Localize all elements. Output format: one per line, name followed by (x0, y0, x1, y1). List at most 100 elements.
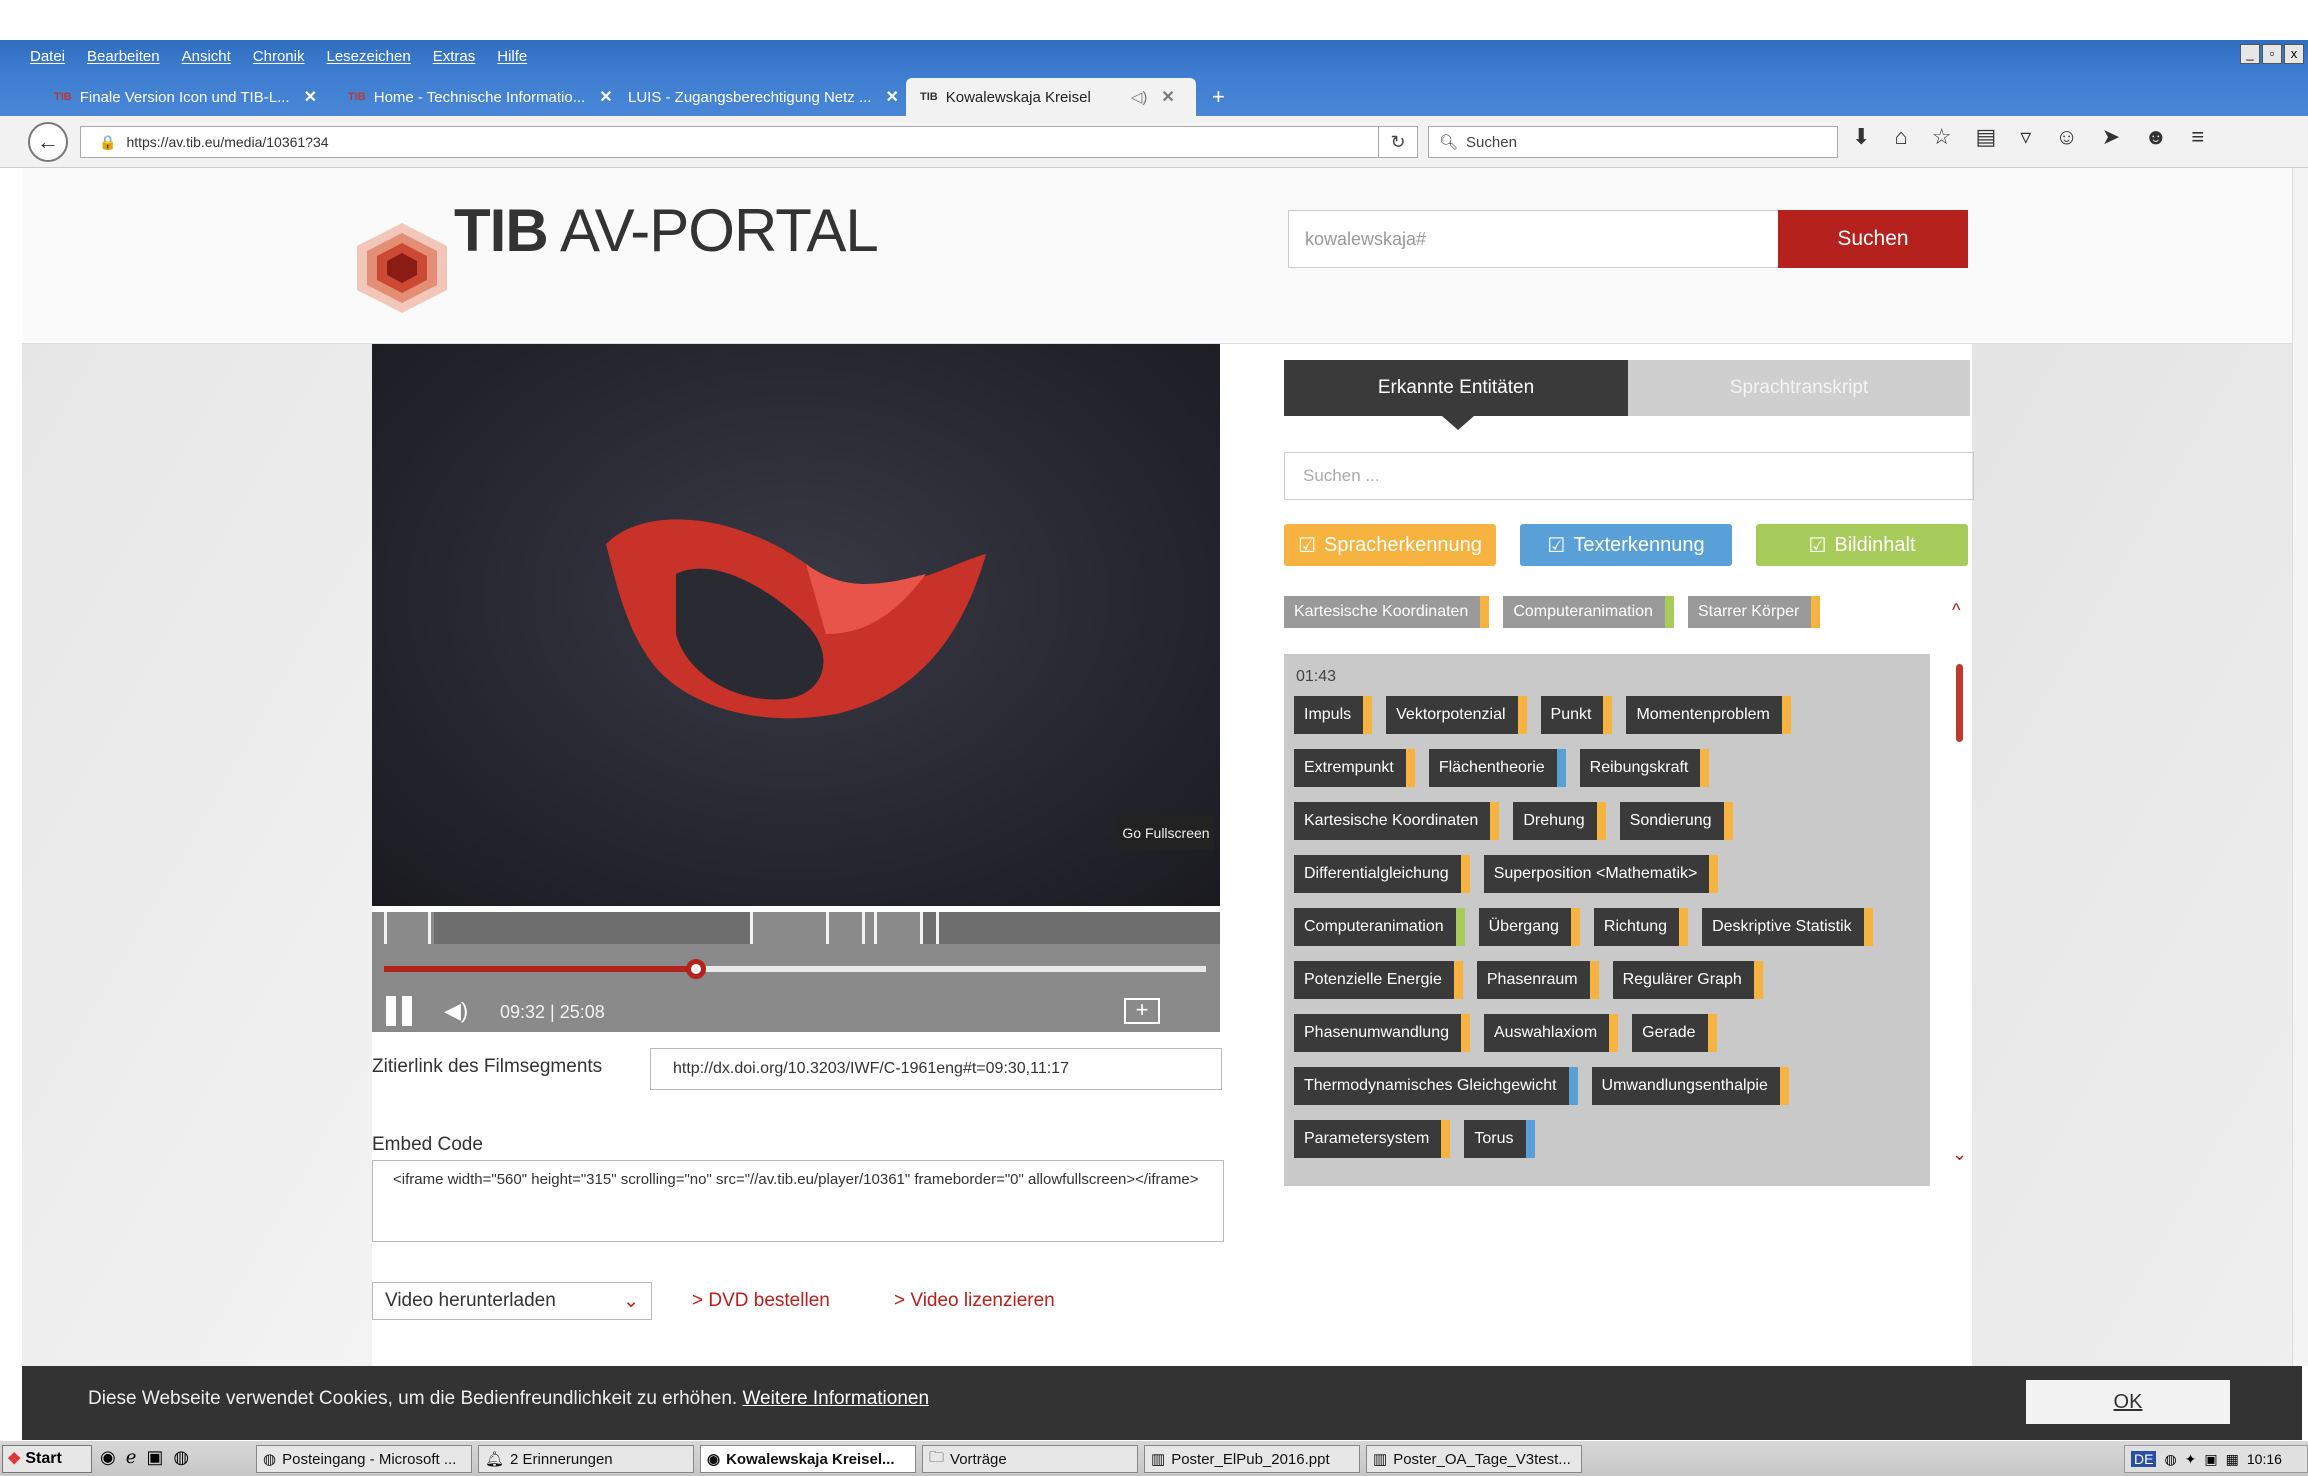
ie-icon[interactable]: ℯ (126, 1447, 137, 1468)
url-field[interactable]: 🔒 https://av.tib.eu/media/10361?34 (80, 126, 1390, 158)
embed-code-field[interactable]: <iframe width="560" height="315" scrolli… (372, 1160, 1224, 1242)
entity-tag[interactable]: Richtung (1593, 908, 1689, 946)
close-tab-icon[interactable]: ✕ (885, 87, 898, 107)
video-player[interactable]: Go Fullscreen (372, 344, 1220, 906)
tab-kowalewskaja[interactable]: TIB Kowalewskaja Kreisel ◁) ✕ (906, 78, 1196, 116)
segment-marker[interactable] (826, 912, 829, 944)
tray-outlook-icon[interactable]: ◍ (2164, 1451, 2176, 1468)
close-tab-icon[interactable]: ✕ (1161, 87, 1174, 107)
menu-hilfe[interactable]: Hilfe (497, 48, 527, 65)
entity-tag[interactable]: Phasenumwandlung (1294, 1014, 1470, 1052)
site-search-input[interactable]: kowalewskaja# (1288, 210, 1800, 268)
entity-tag[interactable]: Potenzielle Energie (1294, 961, 1463, 999)
entity-tag[interactable]: Torus (1464, 1120, 1535, 1158)
entity-tag[interactable]: Impuls (1294, 696, 1373, 734)
tray-network-icon[interactable]: ▦ (2226, 1451, 2239, 1468)
pause-icon[interactable] (386, 996, 416, 1026)
outlook-icon[interactable]: ◍ (173, 1447, 189, 1468)
page-scrollbar[interactable] (2292, 168, 2308, 1366)
filter-text-recognition[interactable]: ☑ Texterkennung (1520, 524, 1732, 566)
entity-tag[interactable]: Auswahlaxiom (1484, 1014, 1619, 1052)
close-window-icon[interactable]: x (2284, 44, 2304, 64)
bookmark-star-icon[interactable]: ☆ (1932, 124, 1952, 150)
site-search-button[interactable]: Suchen (1778, 210, 1968, 268)
entity-tag[interactable]: Übergang (1478, 908, 1580, 946)
task-posteingang[interactable]: ◍ Posteingang - Microsoft ... (256, 1445, 472, 1473)
entity-tag[interactable]: Umwandlungsenthalpie (1591, 1067, 1789, 1105)
pocket-icon[interactable]: ▿ (2020, 124, 2031, 150)
firefox-icon[interactable]: ◉ (100, 1447, 116, 1468)
bookmarks-list-icon[interactable]: ▤ (1975, 124, 1996, 150)
speaker-icon[interactable]: ◁) (1131, 88, 1148, 106)
segment-timeline[interactable] (372, 912, 1220, 944)
volume-icon[interactable]: ◀) (444, 998, 468, 1024)
chevron-down-icon[interactable]: ⌄ (1952, 1144, 1967, 1165)
back-arrow-icon[interactable]: ← (28, 122, 68, 162)
entity-tag[interactable]: Parametersystem (1294, 1120, 1451, 1158)
entity-tag[interactable]: Thermodynamisches Gleichgewicht (1294, 1067, 1578, 1105)
tib-logo-icon[interactable] (352, 218, 452, 318)
menu-chronik[interactable]: Chronik (253, 48, 305, 65)
entity-tag[interactable]: Punkt (1540, 696, 1613, 734)
entity-tag[interactable]: Superposition <Mathematik> (1483, 855, 1719, 893)
cookie-more-info-link[interactable]: Weitere Informationen (742, 1388, 929, 1409)
filter-image-content[interactable]: ☑ Bildinhalt (1756, 524, 1968, 566)
segment-marker[interactable] (920, 912, 923, 944)
tab-luis[interactable]: LUIS - Zugangsberechtigung Netz ... ✕ (614, 78, 904, 116)
segment-marker[interactable] (874, 912, 877, 944)
task-poster-oa[interactable]: ▥ Poster_OA_Tage_V3test... (1366, 1445, 1582, 1473)
reload-icon[interactable]: ↻ (1378, 126, 1418, 158)
entity-tag[interactable]: Vektorpotenzial (1386, 696, 1527, 734)
entity-tag[interactable]: Sondierung (1619, 802, 1733, 840)
segment-marker[interactable] (862, 912, 865, 944)
entity-tag[interactable]: Differentialgleichung (1294, 855, 1470, 893)
send-icon[interactable]: ➤ (2102, 124, 2120, 150)
progress-bar[interactable] (384, 959, 1206, 979)
task-poster-elpub[interactable]: ▥ Poster_ElPub_2016.ppt (1144, 1445, 1360, 1473)
segment-marker[interactable] (750, 912, 753, 944)
tray-security-icon[interactable]: ✦ (2185, 1451, 2197, 1468)
license-video-link[interactable]: > Video lizenzieren (894, 1290, 1055, 1312)
entity-tag[interactable]: Gerade (1632, 1014, 1717, 1052)
segment-marker[interactable] (936, 912, 939, 944)
menu-extras[interactable]: Extras (433, 48, 476, 65)
maximize-icon[interactable]: ▫ (2262, 44, 2282, 64)
hamburger-menu-icon[interactable]: ≡ (2191, 124, 2204, 150)
segment-marker[interactable] (428, 912, 431, 944)
filter-speech-recognition[interactable]: ☑ Spracherkennung (1284, 524, 1496, 566)
entity-tag[interactable]: Deskriptive Statistik (1702, 908, 1873, 946)
addon-icon[interactable]: ☺ (2055, 124, 2077, 150)
home-icon[interactable]: ⌂ (1894, 124, 1907, 150)
entity-tag[interactable]: Extrempunkt (1294, 749, 1415, 787)
close-tab-icon[interactable]: ✕ (599, 87, 612, 107)
site-logo-text[interactable]: TIB AV-PORTAL (454, 196, 879, 265)
entity-scrollbar[interactable] (1956, 664, 1963, 742)
download-icon[interactable]: ⬇ (1852, 124, 1870, 150)
minimize-icon[interactable]: _ (2240, 44, 2260, 64)
chevron-up-icon[interactable]: ^ (1952, 600, 1960, 621)
tab-entities[interactable]: Erkannte Entitäten (1284, 360, 1628, 416)
menu-bearbeiten[interactable]: Bearbeiten (87, 48, 160, 65)
menu-lesezeichen[interactable]: Lesezeichen (326, 48, 410, 65)
entity-tag[interactable]: Reibungskraft (1579, 749, 1710, 787)
tray-update-icon[interactable]: ▣ (2204, 1451, 2217, 1468)
start-button[interactable]: ❖ Start (2, 1445, 92, 1473)
cookie-ok-button[interactable]: OK (2026, 1380, 2230, 1424)
entity-search-input[interactable]: Suchen ... (1284, 452, 1974, 500)
tab-transcript[interactable]: Sprachtranskript (1628, 360, 1970, 416)
citation-link-field[interactable]: http://dx.doi.org/10.3203/IWF/C-1961eng#… (650, 1048, 1222, 1090)
entity-tag[interactable]: Kartesische Koordinaten (1284, 596, 1490, 628)
tab-home-technische[interactable]: TIB Home - Technische Informatio... ✕ (334, 78, 613, 116)
new-tab-icon[interactable]: + (1198, 78, 1239, 116)
entity-tag[interactable]: Starrer Körper (1687, 596, 1821, 628)
segment-marker[interactable] (384, 912, 387, 944)
task-vortraege[interactable]: 🗀 Vorträge (922, 1445, 1138, 1473)
task-erinnerungen[interactable]: 🔔︎ 2 Erinnerungen (478, 1445, 694, 1473)
tab-finale-version[interactable]: TIB Finale Version Icon und TIB-L... ✕ (40, 78, 330, 116)
dvd-order-link[interactable]: > DVD bestellen (692, 1290, 830, 1312)
chat-icon[interactable]: ☻ (2144, 124, 2167, 150)
progress-handle[interactable] (685, 959, 706, 979)
task-kowalewskaja[interactable]: ◉ Kowalewskaja Kreisel... (700, 1445, 916, 1473)
close-tab-icon[interactable]: ✕ (304, 87, 317, 107)
download-select[interactable]: Video herunterladen ⌄ (372, 1282, 652, 1320)
